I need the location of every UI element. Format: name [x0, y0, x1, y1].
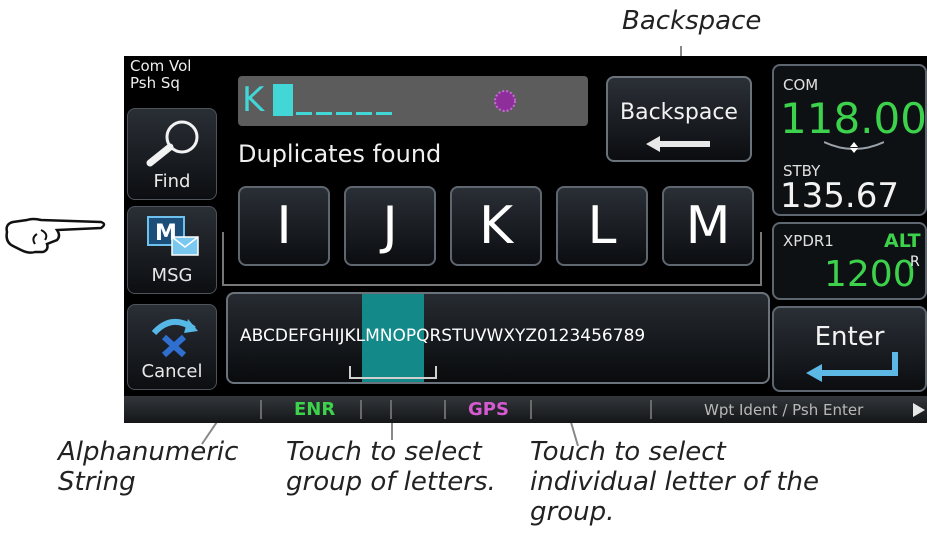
com-active-frequency: 118.00 [780, 94, 927, 143]
gtn-screen: Com Vol Psh Sq Find M MSG Cancel K Backs… [124, 56, 927, 423]
letter-button-k[interactable]: K [450, 186, 542, 266]
swap-arrows-icon [824, 141, 884, 153]
backspace-callout: Backspace [622, 6, 762, 36]
enter-arrow-icon [806, 352, 898, 382]
status-separator [260, 400, 262, 419]
status-separator [360, 400, 362, 419]
input-value: K [242, 80, 265, 120]
input-cursor [273, 84, 293, 116]
spinner-icon [494, 90, 516, 112]
backspace-button[interactable]: Backspace [606, 76, 752, 162]
msg-button[interactable]: M MSG [127, 206, 217, 294]
status-separator [650, 400, 652, 419]
letter-button-j[interactable]: J [344, 186, 436, 266]
xpdr-box[interactable]: XPDR1 ALT 1200 R [772, 222, 927, 300]
cancel-button[interactable]: Cancel [127, 304, 217, 390]
letter-button-l[interactable]: L [556, 186, 648, 266]
status-bar: ENR GPS Wpt Ident / Psh Enter [124, 396, 927, 423]
enter-button[interactable]: Enter [772, 306, 927, 392]
xpdr-code: 1200 [824, 254, 916, 295]
alpha-before: ABCDEFGH [240, 326, 335, 346]
alphanumeric-text: ABCDEFGHIJKLMNOPQRSTUVWXYZ0123456789 [240, 326, 645, 346]
group-bracket [349, 366, 437, 379]
xpdr-mode: ALT [884, 230, 921, 252]
cancel-label: Cancel [141, 361, 203, 382]
individual-callout: Touch to select individual letter of the… [530, 437, 819, 527]
group-callout: Touch to select group of letters. [286, 437, 496, 497]
duplicates-message: Duplicates found [238, 140, 442, 168]
xpdr-reply: R [910, 254, 920, 270]
pointing-hand-icon [5, 217, 106, 254]
com-label: COM [783, 76, 819, 94]
com-vol-label[interactable]: Com Vol Psh Sq [130, 58, 216, 92]
status-separator [390, 400, 392, 419]
backspace-label: Backspace [620, 100, 738, 125]
message-icon: M [147, 216, 199, 256]
enr-indicator: ENR [294, 399, 336, 420]
letter-button-i[interactable]: I [238, 186, 330, 266]
com-standby-frequency: 135.67 [780, 176, 899, 216]
xpdr-label: XPDR1 [783, 232, 834, 250]
alphanumeric-string-button[interactable]: ABCDEFGHIJKLMNOPQRSTUVWXYZ0123456789 [226, 292, 770, 384]
alpha-after: NOPQRSTUVWXYZ0123456789 [379, 326, 646, 346]
status-separator [530, 400, 532, 419]
msg-label: MSG [151, 265, 193, 286]
status-separator [444, 400, 446, 419]
left-arrow-icon [646, 136, 710, 152]
waypoint-ident-input[interactable]: K [238, 76, 588, 126]
com-frequency-box[interactable]: COM 118.00 STBY 135.67 [772, 64, 927, 216]
magnifier-icon [146, 120, 199, 167]
gps-indicator: GPS [468, 399, 509, 420]
find-label: Find [153, 171, 191, 192]
enter-label: Enter [814, 322, 885, 352]
status-hint: Wpt Ident / Psh Enter [704, 401, 864, 419]
right-triangle-icon [913, 403, 925, 417]
alphanumeric-callout: Alphanumeric String [58, 437, 239, 497]
letter-button-m[interactable]: M [662, 186, 754, 266]
cancel-icon [151, 319, 198, 358]
alpha-group[interactable]: IJKLM [334, 326, 379, 346]
input-placeholder-dashes [296, 112, 393, 115]
find-button[interactable]: Find [127, 108, 217, 200]
